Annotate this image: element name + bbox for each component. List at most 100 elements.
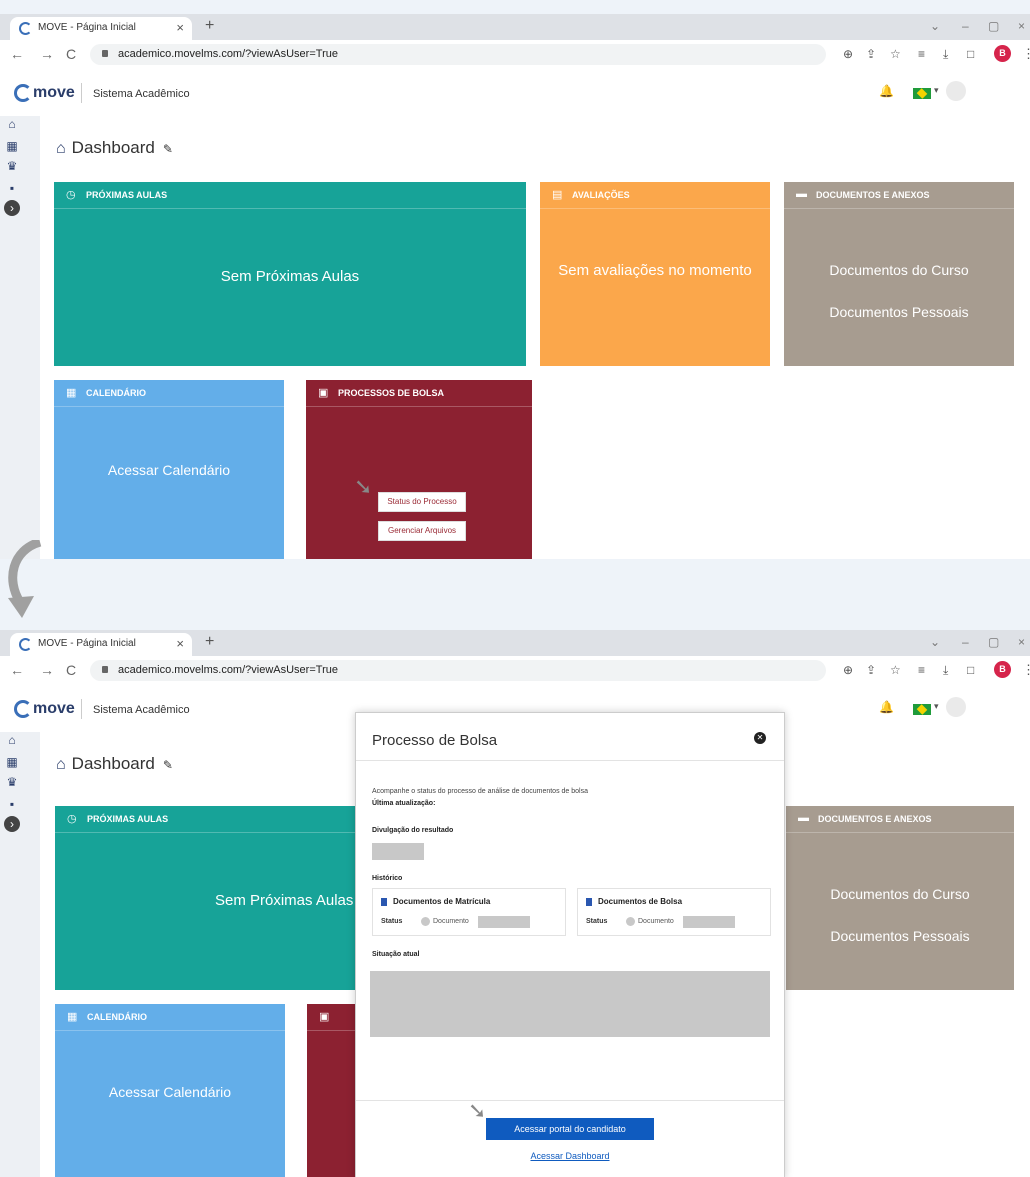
reading-list-icon[interactable]: ≡ [918,47,925,61]
profile-avatar[interactable]: B [994,45,1011,62]
screenshot-before: MOVE - Página Inicial × + ⌄ – ▢ × ← → C … [0,14,1030,559]
clock-icon: ◷ [66,189,76,201]
forward-icon[interactable]: → [40,662,54,678]
move-favicon-icon [19,22,32,35]
minimize-icon[interactable]: – [962,19,969,33]
new-tab-button[interactable]: + [205,633,214,651]
lock-icon [102,666,108,673]
close-icon[interactable]: ✕ [754,732,766,744]
tab-close-icon[interactable]: × [176,20,184,35]
close-window-icon[interactable]: × [1018,635,1025,649]
tab-search-icon[interactable]: ⌄ [930,635,940,649]
bell-icon[interactable]: 🔔 [879,84,894,98]
reading-list-icon[interactable]: ≡ [918,663,925,677]
zoom-icon[interactable]: ⊕ [843,663,853,677]
briefcase-icon: ▣ [318,387,329,399]
app-logo-text[interactable]: move [33,84,75,102]
notes-icon[interactable]: ▪ [4,180,20,196]
calendar-icon[interactable]: ▦ [4,138,20,154]
status-label: Status [586,918,608,925]
clock-icon: ◷ [67,813,77,825]
share-icon[interactable]: ⇪ [866,47,876,61]
notes-icon[interactable]: ▪ [4,796,20,812]
card-title: PROCESSOS DE BOLSA [338,388,445,398]
status-processo-button[interactable]: Status do Processo [378,492,466,512]
reload-icon[interactable]: C [66,46,76,62]
documentos-pessoais-link[interactable]: Documentos Pessoais [784,304,1014,320]
tab-close-icon[interactable]: × [176,636,184,651]
edit-icon[interactable]: ✎ [163,758,173,772]
chevron-down-icon[interactable]: ▾ [934,701,939,712]
profile-avatar[interactable]: B [994,661,1011,678]
acessar-portal-button[interactable]: Acessar portal do candidato [486,1118,654,1140]
pointer-arrow-icon: ➘ [468,1098,487,1123]
url-field[interactable]: academico.movelms.com/?viewAsUser=True [90,660,826,681]
home-icon[interactable]: ⌂ [4,732,20,748]
document-label: Documento [638,918,674,925]
expand-arrow-icon[interactable]: › [4,200,20,216]
side-panel-icon[interactable]: □ [967,663,974,677]
app-logo-text[interactable]: move [33,700,75,718]
back-icon[interactable]: ← [10,662,24,678]
documentos-curso-link[interactable]: Documentos do Curso [784,262,1014,278]
status-dot-icon [626,917,635,926]
brazil-flag-icon[interactable] [913,704,931,715]
card-calendario: ▦ CALENDÁRIO Acessar Calendário [55,1004,285,1177]
download-icon[interactable]: ⤓ [943,47,948,62]
result-label: Divulgação do resultado [372,827,454,834]
gerenciar-arquivos-button[interactable]: Gerenciar Arquivos [378,521,466,541]
status-dot-icon [421,917,430,926]
acessar-dashboard-link[interactable]: Acessar Dashboard [356,1151,784,1161]
document-icon: ▤ [552,189,563,201]
tab-title: MOVE - Página Inicial [38,22,136,33]
trophy-icon[interactable]: ♛ [4,158,20,174]
close-window-icon[interactable]: × [1018,19,1025,33]
zoom-icon[interactable]: ⊕ [843,47,853,61]
minimize-icon[interactable]: – [962,635,969,649]
move-logo-icon [14,700,32,718]
edit-icon[interactable]: ✎ [163,142,173,156]
forward-icon[interactable]: → [40,46,54,62]
browser-tab[interactable]: MOVE - Página Inicial × [10,17,192,40]
tab-search-icon[interactable]: ⌄ [930,19,940,33]
bookmark-star-icon[interactable]: ☆ [890,663,901,677]
restore-icon[interactable]: ▢ [988,19,999,33]
documentos-curso-link[interactable]: Documentos do Curso [786,886,1014,902]
doc-bolsa-box: Documentos de Bolsa Status Documento [577,888,771,936]
calendar-icon[interactable]: ▦ [4,754,20,770]
documentos-pessoais-link[interactable]: Documentos Pessoais [786,928,1014,944]
current-status-label: Situação atual [372,951,420,958]
bell-icon[interactable]: 🔔 [879,700,894,714]
acessar-calendario-link[interactable]: Acessar Calendário [55,1084,285,1100]
bookmark-star-icon[interactable]: ☆ [890,47,901,61]
home-icon[interactable]: ⌂ [4,116,20,132]
share-icon[interactable]: ⇪ [866,663,876,677]
browser-tab[interactable]: MOVE - Página Inicial × [10,633,192,656]
expand-arrow-icon[interactable]: › [4,816,20,832]
user-avatar[interactable] [946,81,966,101]
header-divider [81,83,82,103]
calendar-icon: ▦ [66,387,77,399]
trophy-icon[interactable]: ♛ [4,774,20,790]
url-field[interactable]: academico.movelms.com/?viewAsUser=True [90,44,826,65]
side-panel-icon[interactable]: □ [967,47,974,61]
acessar-calendario-link[interactable]: Acessar Calendário [54,462,284,478]
card-title: PRÓXIMAS AULAS [87,814,169,824]
screenshot-after: MOVE - Página Inicial × + ⌄ – ▢ × ← → C … [0,630,1030,1177]
folder-icon: ▬ [796,188,807,200]
menu-kebab-icon[interactable]: ⋮ [1022,662,1030,678]
transition-arrow-icon [8,540,42,618]
card-body-text: Sem Próximas Aulas [220,268,360,285]
restore-icon[interactable]: ▢ [988,635,999,649]
document-placeholder [683,916,735,928]
chevron-down-icon[interactable]: ▾ [934,85,939,96]
new-tab-button[interactable]: + [205,17,214,35]
user-avatar[interactable] [946,697,966,717]
menu-kebab-icon[interactable]: ⋮ [1022,46,1030,62]
brazil-flag-icon[interactable] [913,88,931,99]
current-status-placeholder [370,971,770,1037]
reload-icon[interactable]: C [66,662,76,678]
download-icon[interactable]: ⤓ [943,663,948,678]
history-label: Histórico [372,875,403,882]
back-icon[interactable]: ← [10,46,24,62]
